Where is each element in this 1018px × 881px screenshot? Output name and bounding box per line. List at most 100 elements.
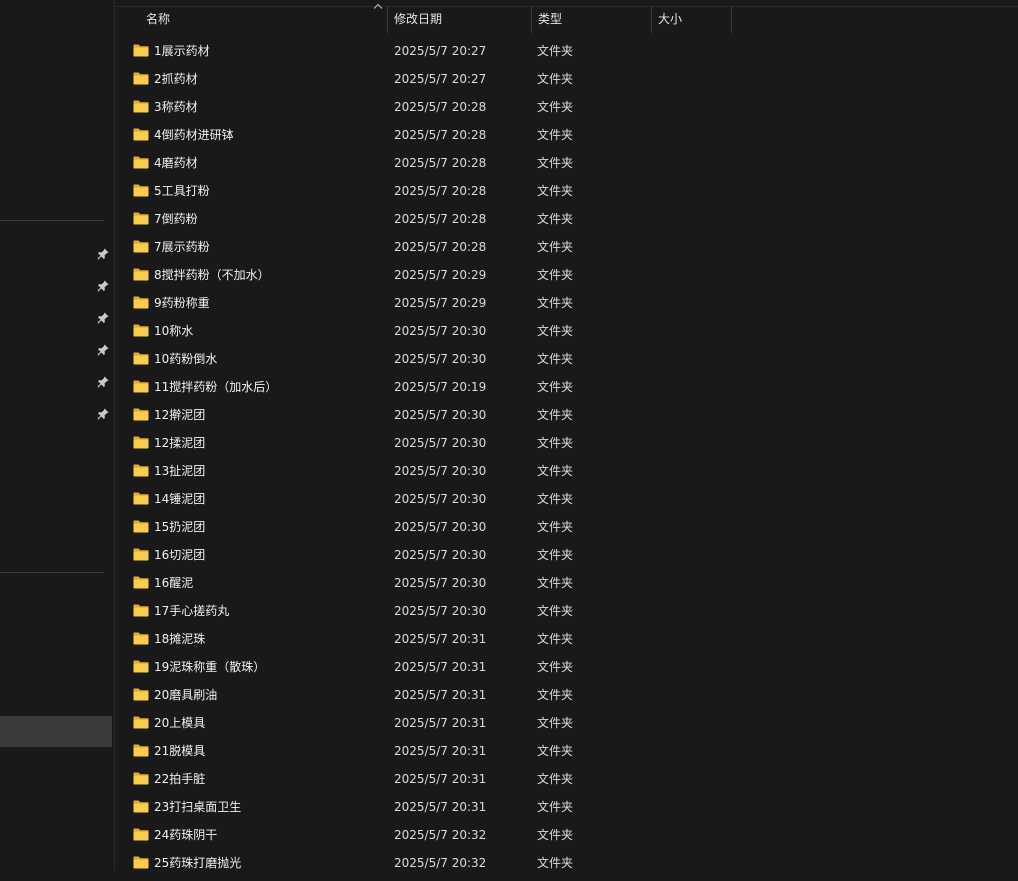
file-name: 10药粉倒水 [154,352,218,366]
pin-icon[interactable] [96,246,110,260]
folder-icon [133,296,149,309]
file-row[interactable]: 8搅拌药粉（不加水） 2025/5/7 20:29 文件夹 [115,261,1018,289]
file-row[interactable]: 19泥珠称重（散珠） 2025/5/7 20:31 文件夹 [115,653,1018,681]
file-row[interactable]: 20上模具 2025/5/7 20:31 文件夹 [115,709,1018,737]
file-modified-date: 2025/5/7 20:31 [394,800,487,814]
navigation-pane[interactable] [0,0,112,881]
file-modified-date: 2025/5/7 20:29 [394,268,487,282]
file-row[interactable]: 23打扫桌面卫生 2025/5/7 20:31 文件夹 [115,793,1018,821]
file-row[interactable]: 9药粉称重 2025/5/7 20:29 文件夹 [115,289,1018,317]
folder-icon [133,800,149,813]
file-modified-date: 2025/5/7 20:28 [394,184,487,198]
file-type: 文件夹 [537,240,574,254]
file-row[interactable]: 4倒药材进研钵 2025/5/7 20:28 文件夹 [115,121,1018,149]
folder-icon [133,464,149,477]
folder-icon [133,184,149,197]
file-row[interactable]: 14锤泥团 2025/5/7 20:30 文件夹 [115,485,1018,513]
file-list[interactable]: 1展示药材 2025/5/7 20:27 文件夹 2抓药材 2025/5/7 2… [115,37,1018,877]
file-row[interactable]: 16切泥团 2025/5/7 20:30 文件夹 [115,541,1018,569]
file-name: 3称药材 [154,100,198,114]
nav-item-selected[interactable] [0,716,112,747]
folder-icon [133,100,149,113]
file-modified-date: 2025/5/7 20:31 [394,632,487,646]
file-modified-date: 2025/5/7 20:30 [394,492,487,506]
file-name: 12擀泥团 [154,408,206,422]
pin-icon[interactable] [96,374,110,388]
pin-icon[interactable] [96,278,110,292]
file-name: 9药粉称重 [154,296,210,310]
file-type: 文件夹 [537,800,574,814]
column-header-type[interactable]: 类型 [532,5,651,34]
file-name: 16醒泥 [154,576,194,590]
file-name: 12揉泥团 [154,436,206,450]
pin-icon[interactable] [96,310,110,324]
folder-icon [133,716,149,729]
file-row[interactable]: 12揉泥团 2025/5/7 20:30 文件夹 [115,429,1018,457]
file-row[interactable]: 24药珠阴干 2025/5/7 20:32 文件夹 [115,821,1018,849]
file-modified-date: 2025/5/7 20:30 [394,464,487,478]
file-row[interactable]: 7倒药粉 2025/5/7 20:28 文件夹 [115,205,1018,233]
file-type: 文件夹 [537,828,574,842]
column-header-name[interactable]: 名称 [140,5,387,34]
folder-icon [133,352,149,365]
file-modified-date: 2025/5/7 20:28 [394,156,487,170]
column-resize-handle[interactable] [731,6,732,33]
file-row[interactable]: 20磨具刷油 2025/5/7 20:31 文件夹 [115,681,1018,709]
file-type: 文件夹 [537,184,574,198]
file-row[interactable]: 5工具打粉 2025/5/7 20:28 文件夹 [115,177,1018,205]
file-type: 文件夹 [537,44,574,58]
file-name: 21脱模具 [154,744,206,758]
file-name: 16切泥团 [154,548,206,562]
file-name: 19泥珠称重（散珠） [154,660,266,674]
folder-icon [133,828,149,841]
file-row[interactable]: 12擀泥团 2025/5/7 20:30 文件夹 [115,401,1018,429]
file-modified-date: 2025/5/7 20:27 [394,72,487,86]
column-header: 名称 修改日期 类型 大小 [115,0,1018,34]
file-type: 文件夹 [537,268,574,282]
file-row[interactable]: 15扔泥团 2025/5/7 20:30 文件夹 [115,513,1018,541]
column-header-size[interactable]: 大小 [652,5,731,34]
file-row[interactable]: 22拍手脏 2025/5/7 20:31 文件夹 [115,765,1018,793]
file-modified-date: 2025/5/7 20:30 [394,604,487,618]
file-row[interactable]: 21脱模具 2025/5/7 20:31 文件夹 [115,737,1018,765]
file-row[interactable]: 1展示药材 2025/5/7 20:27 文件夹 [115,37,1018,65]
file-row[interactable]: 3称药材 2025/5/7 20:28 文件夹 [115,93,1018,121]
pin-icon[interactable] [96,342,110,356]
folder-icon [133,688,149,701]
file-row[interactable]: 16醒泥 2025/5/7 20:30 文件夹 [115,569,1018,597]
file-modified-date: 2025/5/7 20:28 [394,128,487,142]
folder-icon [133,548,149,561]
file-modified-date: 2025/5/7 20:31 [394,744,487,758]
file-name: 8搅拌药粉（不加水） [154,268,270,282]
file-type: 文件夹 [537,380,574,394]
folder-icon [133,744,149,757]
file-row[interactable]: 4磨药材 2025/5/7 20:28 文件夹 [115,149,1018,177]
folder-icon [133,72,149,85]
file-modified-date: 2025/5/7 20:31 [394,688,487,702]
folder-icon [133,380,149,393]
file-row[interactable]: 11搅拌药粉（加水后） 2025/5/7 20:19 文件夹 [115,373,1018,401]
file-type: 文件夹 [537,576,574,590]
folder-icon [133,408,149,421]
file-type: 文件夹 [537,716,574,730]
file-row[interactable]: 17手心搓药丸 2025/5/7 20:30 文件夹 [115,597,1018,625]
folder-icon [133,632,149,645]
file-modified-date: 2025/5/7 20:31 [394,716,487,730]
nav-divider [0,220,104,221]
file-row[interactable]: 18摊泥珠 2025/5/7 20:31 文件夹 [115,625,1018,653]
folder-icon [133,492,149,505]
file-row[interactable]: 10药粉倒水 2025/5/7 20:30 文件夹 [115,345,1018,373]
file-row[interactable]: 13扯泥团 2025/5/7 20:30 文件夹 [115,457,1018,485]
folder-icon [133,324,149,337]
file-modified-date: 2025/5/7 20:30 [394,548,487,562]
file-modified-date: 2025/5/7 20:28 [394,100,487,114]
file-name: 20磨具刷油 [154,688,218,702]
file-row[interactable]: 10称水 2025/5/7 20:30 文件夹 [115,317,1018,345]
file-row[interactable]: 2抓药材 2025/5/7 20:27 文件夹 [115,65,1018,93]
file-name: 17手心搓药丸 [154,604,230,618]
column-header-modified[interactable]: 修改日期 [388,5,531,34]
pin-icon[interactable] [96,406,110,420]
file-row[interactable]: 7展示药粉 2025/5/7 20:28 文件夹 [115,233,1018,261]
file-name: 1展示药材 [154,44,210,58]
folder-icon [133,436,149,449]
